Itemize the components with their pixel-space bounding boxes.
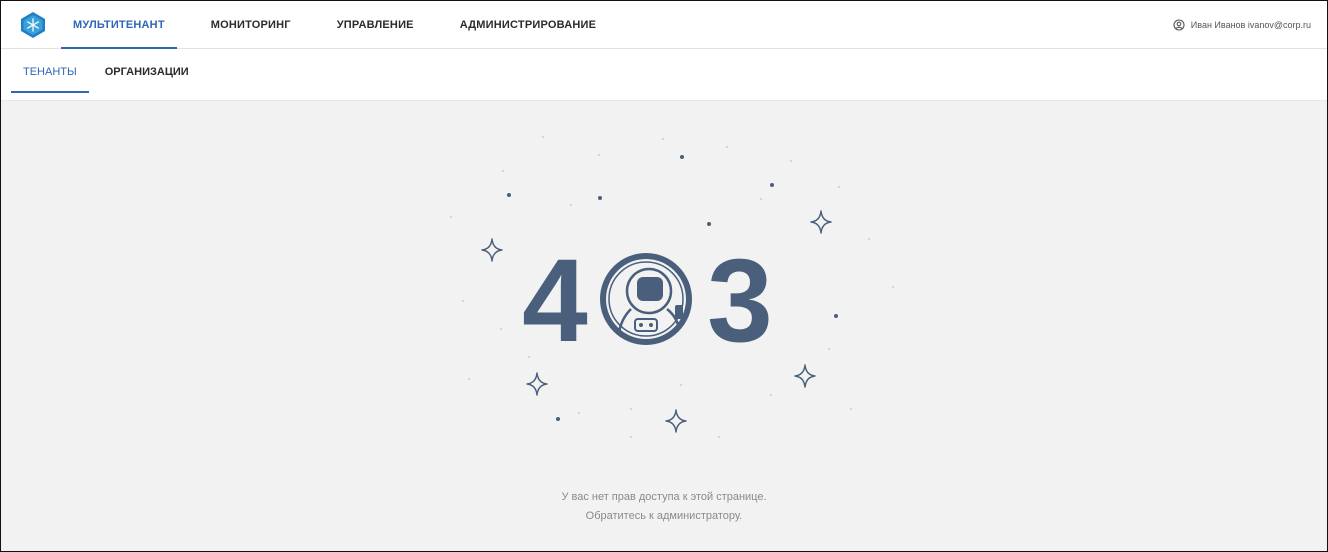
error-code-digit-3: 3 xyxy=(707,235,773,367)
user-circle-icon xyxy=(1173,19,1185,31)
tab-organizations[interactable]: ОРГАНИЗАЦИИ xyxy=(93,49,201,101)
access-denied-line-2: Обратитесь к администратору. xyxy=(585,510,743,522)
error-403-illustration: 4 3 xyxy=(449,135,895,439)
nav-monitoring[interactable]: МОНИТОРИНГ xyxy=(199,1,303,49)
access-denied-line-1: У вас нет прав доступа к этой странице. xyxy=(561,491,767,503)
app-logo-icon[interactable] xyxy=(19,11,47,39)
error-code-digit-4: 4 xyxy=(522,235,588,367)
sub-navigation-bar: ТЕНАНТЫ ОРГАНИЗАЦИИ xyxy=(1,49,1327,101)
nav-administration[interactable]: АДМИНИСТРИРОВАНИЕ xyxy=(448,1,608,49)
access-denied-message: У вас нет прав доступа к этой странице. … xyxy=(1,488,1327,526)
nav-management[interactable]: УПРАВЛЕНИЕ xyxy=(325,1,426,49)
user-name-label: Иван Иванов ivanov@corp.ru xyxy=(1190,20,1311,30)
user-menu[interactable]: Иван Иванов ivanov@corp.ru xyxy=(1173,1,1311,49)
tab-tenants[interactable]: ТЕНАНТЫ xyxy=(11,49,89,101)
app-window: МУЛЬТИТЕНАНТ МОНИТОРИНГ УПРАВЛЕНИЕ АДМИН… xyxy=(0,0,1328,552)
main-nav: МУЛЬТИТЕНАНТ МОНИТОРИНГ УПРАВЛЕНИЕ АДМИН… xyxy=(61,1,630,49)
nav-multitenant[interactable]: МУЛЬТИТЕНАНТ xyxy=(61,1,177,49)
top-navigation-bar: МУЛЬТИТЕНАНТ МОНИТОРИНГ УПРАВЛЕНИЕ АДМИН… xyxy=(1,1,1327,49)
sub-nav: ТЕНАНТЫ ОРГАНИЗАЦИИ xyxy=(11,49,205,101)
astronaut-porthole-icon xyxy=(600,253,692,345)
